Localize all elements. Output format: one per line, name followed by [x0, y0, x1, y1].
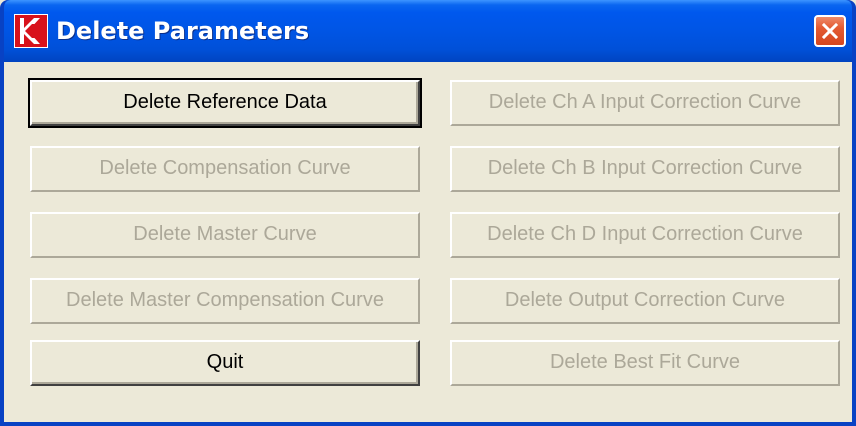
delete-reference-data-button[interactable]: Delete Reference Data	[28, 78, 422, 128]
close-button[interactable]	[814, 15, 846, 47]
delete-ch-a-input-correction-curve-button: Delete Ch A Input Correction Curve	[450, 80, 840, 126]
delete-master-curve-button: Delete Master Curve	[30, 212, 420, 258]
close-icon	[822, 23, 838, 39]
delete-ch-d-input-correction-curve-button: Delete Ch D Input Correction Curve	[450, 212, 840, 258]
dialog-body: Delete Reference Data Delete Compensatio…	[4, 62, 852, 422]
app-logo-icon	[14, 14, 48, 48]
delete-best-fit-curve-button: Delete Best Fit Curve	[450, 340, 840, 386]
quit-button[interactable]: Quit	[30, 340, 420, 386]
title-bar[interactable]: Delete Parameters	[4, 0, 852, 62]
delete-output-correction-curve-button: Delete Output Correction Curve	[450, 278, 840, 324]
window-title: Delete Parameters	[56, 17, 310, 45]
delete-master-compensation-curve-button: Delete Master Compensation Curve	[30, 278, 420, 324]
delete-compensation-curve-button: Delete Compensation Curve	[30, 146, 420, 192]
delete-ch-b-input-correction-curve-button: Delete Ch B Input Correction Curve	[450, 146, 840, 192]
dialog-window: Delete Parameters Delete Reference Data …	[0, 0, 856, 426]
